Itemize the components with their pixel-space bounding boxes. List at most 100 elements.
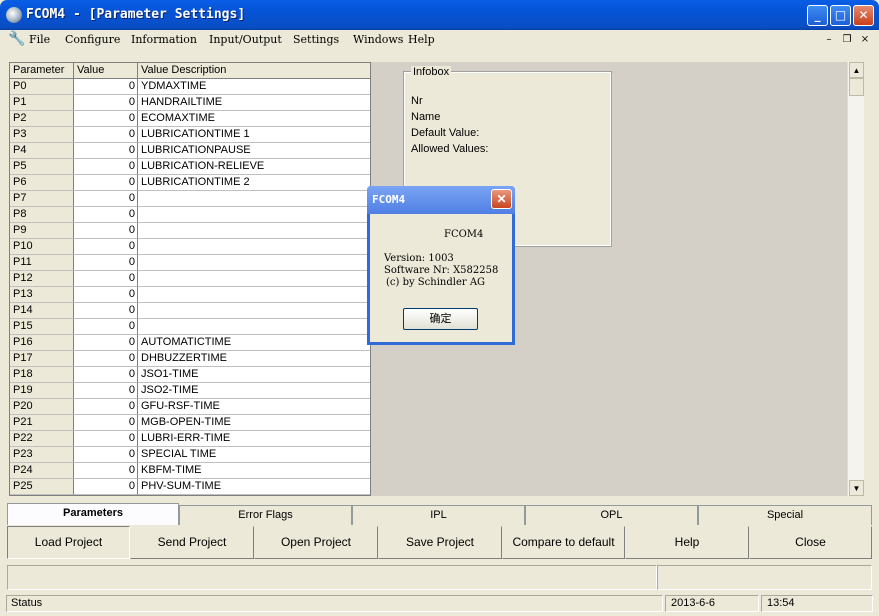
load-project-button[interactable]: Load Project — [7, 526, 130, 559]
value-cell[interactable]: 0 — [74, 143, 138, 159]
value-cell[interactable]: 0 — [74, 271, 138, 287]
value-cell[interactable]: 0 — [74, 111, 138, 127]
table-row[interactable]: P18 0 JSO1-TIME — [10, 367, 370, 383]
value-cell[interactable]: 0 — [74, 431, 138, 447]
maximize-button[interactable]: □ — [830, 5, 851, 26]
tab-ipl[interactable]: IPL — [352, 505, 525, 525]
menu-information[interactable]: Information — [131, 33, 197, 46]
dialog-close-button[interactable]: ✕ — [491, 189, 512, 209]
dialog-title-bar[interactable]: FCOM4 ✕ — [367, 186, 515, 214]
open-project-button[interactable]: Open Project — [254, 526, 378, 559]
value-cell[interactable]: 0 — [74, 255, 138, 271]
parameter-cell: P13 — [10, 287, 74, 303]
value-cell[interactable]: 0 — [74, 399, 138, 415]
table-row[interactable]: P1 0 HANDRAILTIME — [10, 95, 370, 111]
value-cell[interactable]: 0 — [74, 79, 138, 95]
value-cell[interactable]: 0 — [74, 239, 138, 255]
table-row[interactable]: P5 0 LUBRICATION-RELIEVE — [10, 159, 370, 175]
parameter-cell: P15 — [10, 319, 74, 335]
value-cell[interactable]: 0 — [74, 335, 138, 351]
value-cell[interactable]: 0 — [74, 159, 138, 175]
mdi-close-button[interactable]: × — [858, 33, 872, 46]
infobox-legend: Infobox — [411, 66, 452, 78]
table-row[interactable]: P21 0 MGB-OPEN-TIME — [10, 415, 370, 431]
description-cell — [138, 191, 370, 207]
mdi-minimize-button[interactable]: – — [822, 33, 836, 46]
menu-bar: 🔧 File Configure Information Input/Outpu… — [4, 30, 875, 50]
value-cell[interactable]: 0 — [74, 447, 138, 463]
menu-settings[interactable]: Settings — [293, 33, 339, 46]
wrench-icon[interactable]: 🔧 — [8, 31, 25, 47]
title-bar: FCOM4 - [Parameter Settings] _ □ ✕ — [0, 0, 879, 30]
table-row[interactable]: P3 0 LUBRICATIONTIME 1 — [10, 127, 370, 143]
table-row[interactable]: P24 0 KBFM-TIME — [10, 463, 370, 479]
menu-help[interactable]: Help — [408, 33, 435, 46]
send-project-button[interactable]: Send Project — [130, 526, 254, 559]
table-row[interactable]: P17 0 DHBUZZERTIME — [10, 351, 370, 367]
tab-special[interactable]: Special — [698, 505, 872, 525]
mdi-restore-button[interactable]: ❐ — [840, 33, 854, 46]
parameter-grid[interactable]: Parameter Value Value Description P0 0 YDM… — [9, 62, 371, 496]
value-cell[interactable]: 0 — [74, 479, 138, 495]
parameter-cell: P22 — [10, 431, 74, 447]
tab-opl[interactable]: OPL — [525, 505, 698, 525]
tab-error-flags[interactable]: Error Flags — [179, 505, 352, 525]
tab-parameters[interactable]: Parameters — [7, 503, 179, 525]
dialog-ok-button[interactable]: 确定 — [403, 308, 478, 330]
table-row[interactable]: P22 0 LUBRI-ERR-TIME — [10, 431, 370, 447]
table-row[interactable]: P15 0 — [10, 319, 370, 335]
table-row[interactable]: P23 0 SPECIAL TIME — [10, 447, 370, 463]
value-cell[interactable]: 0 — [74, 351, 138, 367]
scroll-down-button[interactable]: ▼ — [849, 480, 864, 496]
vertical-scrollbar[interactable]: ▲ ▼ — [847, 62, 864, 496]
table-row[interactable]: P11 0 — [10, 255, 370, 271]
table-row[interactable]: P7 0 — [10, 191, 370, 207]
table-row[interactable]: P8 0 — [10, 207, 370, 223]
menu-file[interactable]: File — [29, 33, 50, 46]
value-cell[interactable]: 0 — [74, 191, 138, 207]
close-button[interactable]: Close — [749, 526, 872, 559]
dialog-software-nr: Software Nr: X582258 — [384, 265, 499, 276]
table-row[interactable]: P13 0 — [10, 287, 370, 303]
table-row[interactable]: P10 0 — [10, 239, 370, 255]
value-cell[interactable]: 0 — [74, 175, 138, 191]
help-button[interactable]: Help — [625, 526, 749, 559]
close-window-button[interactable]: ✕ — [853, 5, 874, 26]
table-row[interactable]: P6 0 LUBRICATIONTIME 2 — [10, 175, 370, 191]
header-value[interactable]: Value — [74, 63, 138, 79]
table-row[interactable]: P4 0 LUBRICATIONPAUSE — [10, 143, 370, 159]
scroll-up-button[interactable]: ▲ — [849, 62, 864, 78]
header-value-description[interactable]: Value Description — [138, 63, 370, 79]
table-row[interactable]: P0 0 YDMAXTIME — [10, 79, 370, 95]
value-cell[interactable]: 0 — [74, 95, 138, 111]
app-icon[interactable] — [6, 7, 22, 23]
table-row[interactable]: P19 0 JSO2-TIME — [10, 383, 370, 399]
menu-input-output[interactable]: Input/Output — [209, 33, 282, 46]
table-row[interactable]: P9 0 — [10, 223, 370, 239]
value-cell[interactable]: 0 — [74, 319, 138, 335]
table-row[interactable]: P25 0 PHV-SUM-TIME — [10, 479, 370, 495]
scroll-thumb[interactable] — [849, 78, 864, 96]
value-cell[interactable]: 0 — [74, 383, 138, 399]
table-row[interactable]: P14 0 — [10, 303, 370, 319]
parameter-cell: P3 — [10, 127, 74, 143]
menu-windows[interactable]: Windows — [353, 33, 403, 46]
table-row[interactable]: P16 0 AUTOMATICTIME — [10, 335, 370, 351]
value-cell[interactable]: 0 — [74, 303, 138, 319]
minimize-button[interactable]: _ — [807, 5, 828, 26]
value-cell[interactable]: 0 — [74, 127, 138, 143]
table-row[interactable]: P20 0 GFU-RSF-TIME — [10, 399, 370, 415]
description-cell: AUTOMATICTIME — [138, 335, 370, 351]
value-cell[interactable]: 0 — [74, 223, 138, 239]
value-cell[interactable]: 0 — [74, 415, 138, 431]
save-project-button[interactable]: Save Project — [378, 526, 502, 559]
value-cell[interactable]: 0 — [74, 207, 138, 223]
value-cell[interactable]: 0 — [74, 367, 138, 383]
menu-configure[interactable]: Configure — [65, 33, 120, 46]
header-parameter[interactable]: Parameter — [10, 63, 74, 79]
compare-to-default-button[interactable]: Compare to default — [502, 526, 625, 559]
table-row[interactable]: P12 0 — [10, 271, 370, 287]
table-row[interactable]: P2 0 ECOMAXTIME — [10, 111, 370, 127]
value-cell[interactable]: 0 — [74, 287, 138, 303]
value-cell[interactable]: 0 — [74, 463, 138, 479]
